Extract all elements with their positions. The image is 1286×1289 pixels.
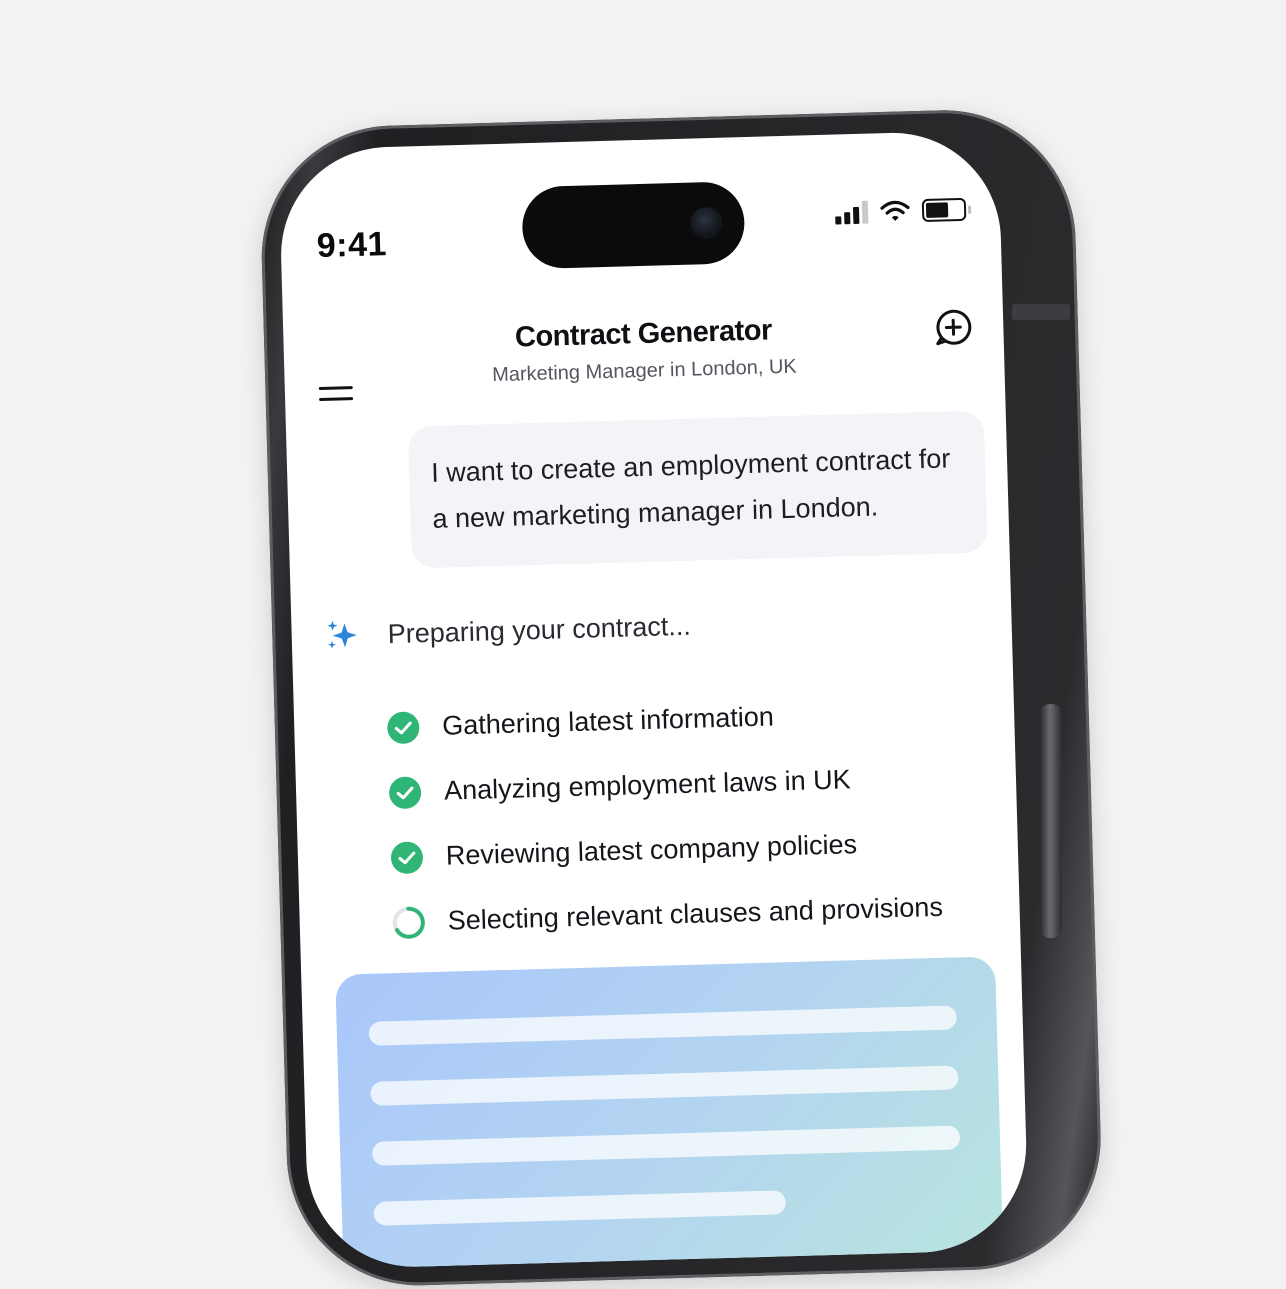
step-label: Reviewing latest company policies	[445, 829, 858, 871]
step-label: Selecting relevant clauses and provision…	[447, 891, 944, 936]
cellular-signal-icon	[835, 200, 869, 225]
chat-plus-icon[interactable]	[931, 305, 976, 350]
check-circle-icon	[387, 711, 420, 744]
check-circle-icon	[390, 841, 423, 874]
battery-icon	[921, 197, 972, 222]
progress-steps: Gathering latest information Analyzing e…	[385, 680, 943, 955]
side-button	[1040, 704, 1062, 938]
antenna-band	[1012, 304, 1070, 320]
phone-screen: 9:41 Contract Generator Marketing Manage…	[278, 129, 1030, 1270]
spinner-icon	[392, 906, 425, 939]
status-icons	[835, 197, 972, 225]
dynamic-island	[521, 181, 746, 270]
step-label: Gathering latest information	[441, 701, 775, 741]
contract-preview-card	[335, 956, 1005, 1270]
camera-icon	[689, 206, 723, 240]
skeleton-line	[373, 1190, 787, 1226]
skeleton-line	[368, 1005, 957, 1046]
status-time: 9:41	[316, 225, 388, 266]
assistant-status-row: Preparing your contract...	[325, 609, 691, 653]
app-header: Contract Generator Marketing Manager in …	[283, 302, 1005, 412]
phone-mockup-scene: 9:41 Contract Generator Marketing Manage…	[0, 0, 1286, 1289]
wifi-icon	[880, 200, 910, 221]
sparkle-icon	[327, 620, 357, 649]
step-label: Analyzing employment laws in UK	[443, 764, 852, 806]
skeleton-line	[370, 1065, 959, 1106]
user-message-bubble: I want to create an employment contract …	[407, 410, 988, 569]
assistant-status-text: Preparing your contract...	[387, 610, 692, 649]
check-circle-icon	[389, 776, 422, 809]
skeleton-line	[371, 1125, 961, 1166]
